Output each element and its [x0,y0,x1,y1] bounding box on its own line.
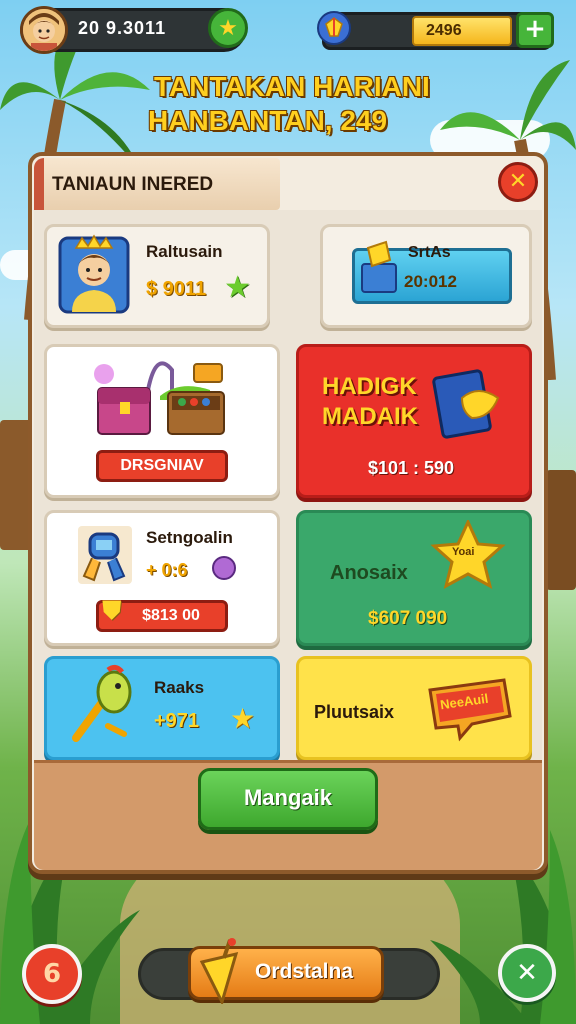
hut-right [546,470,576,590]
character-portrait-icon [58,234,130,314]
star-icon: ★ [230,702,256,735]
add-currency-button[interactable]: + [516,12,554,48]
gem-badge [314,8,354,48]
page-title: TANTAKAN HARIANI HANBANTAN, 249 [148,70,430,138]
red-offer-price: $101 : 590 [368,458,455,478]
left-round-button[interactable]: 6 [22,944,82,1004]
spellbook-icon [432,369,500,439]
avatar-icon [23,9,65,51]
red-offer-title: HADIGK MADAIK [322,372,418,432]
blue-item-value: 20:012 [404,272,457,291]
star-icon: ★ [224,270,251,305]
tool-name: Setngoalin [146,528,233,547]
rake-value: +971 [154,710,200,732]
gold-bar-icon [361,240,397,293]
green-offer-badge: Yoai [452,546,475,558]
gem-icon [212,556,236,580]
profile-value: $ 9011 [146,278,207,300]
shield-icon: ⛊ [102,596,122,626]
right-round-button[interactable]: ✕ [498,944,556,1002]
chests-button[interactable]: DRSGNIAV [96,450,228,482]
cone-icon [199,938,239,1004]
rake-name: Raaks [154,678,205,697]
title-line-2: HANBANTAN, 249 [148,105,388,136]
green-offer-price: $607 090 [368,608,448,629]
blue-item-name: SrtAs [408,244,451,261]
red-offer-title-2: MADAIK [322,403,418,430]
profile-name: Raltusain [146,242,223,261]
star-button[interactable]: ★ [208,8,248,48]
gem-icon [317,11,351,45]
close-button[interactable]: ✕ [498,162,538,202]
green-offer-name: Anosaix [330,562,408,584]
panel-title: TANIAUN INERED [52,174,214,195]
manage-button[interactable]: Mangaik [198,768,378,830]
red-offer-title-1: HADIGK [322,373,417,400]
tool-icon [78,526,132,584]
currency-value: 2496 [412,16,512,46]
player-value: 20 9.3011 [78,18,167,38]
title-line-1: TANTAKAN HARIANI [154,71,430,102]
yellow-offer-name: Pluutsaix [314,702,395,722]
treasure-chests-icon [94,361,225,435]
rake-icon [72,664,132,742]
tool-value: + 0:6 [146,560,188,580]
star-icon: ★ [218,15,238,41]
avatar[interactable] [20,6,68,54]
